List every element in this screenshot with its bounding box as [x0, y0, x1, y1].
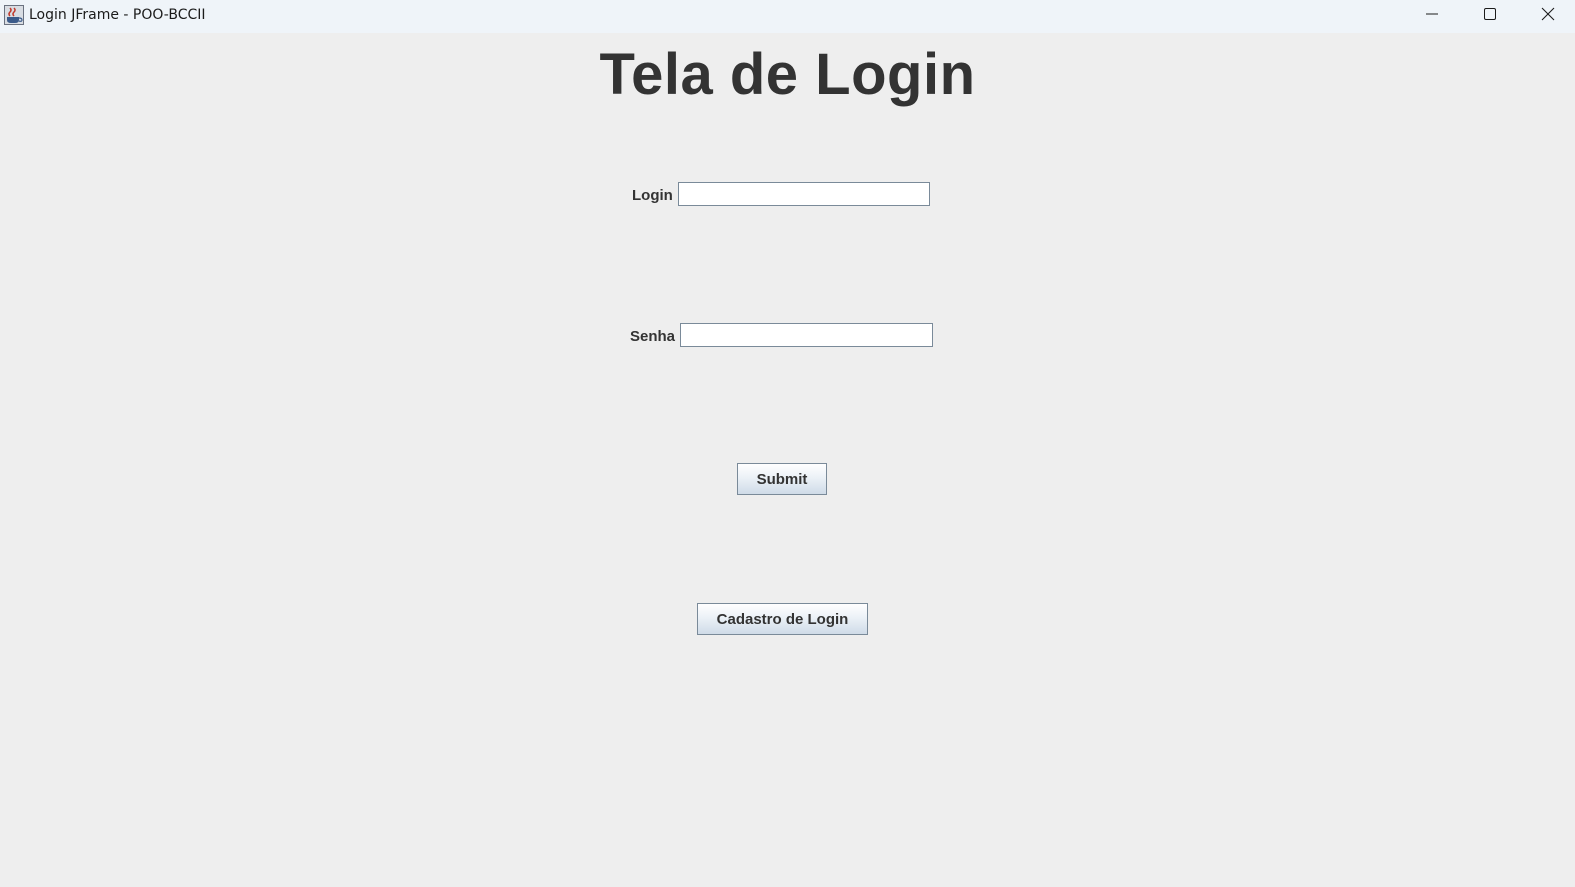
page-title: Tela de Login — [599, 42, 976, 107]
maximize-button[interactable] — [1461, 0, 1519, 32]
login-label: Login — [632, 187, 673, 204]
password-input[interactable] — [680, 323, 933, 347]
minimize-button[interactable] — [1403, 0, 1461, 32]
java-coffee-icon[interactable] — [4, 5, 24, 25]
form-panel: Tela de Login Login Senha Submit Cadastr… — [0, 33, 1575, 887]
window-title: Login JFrame - POO-BCCII — [29, 7, 206, 23]
title-bar[interactable]: Login JFrame - POO-BCCII — [0, 0, 1575, 33]
register-login-button[interactable]: Cadastro de Login — [697, 603, 868, 635]
password-label: Senha — [630, 328, 676, 345]
login-input[interactable] — [678, 182, 930, 206]
close-icon — [1541, 7, 1555, 26]
submit-button[interactable]: Submit — [737, 463, 827, 495]
maximize-icon — [1484, 7, 1496, 25]
login-window: Login JFrame - POO-BCCII Tela de Login L… — [0, 0, 1575, 887]
minimize-icon — [1426, 7, 1438, 25]
close-button[interactable] — [1519, 0, 1575, 32]
